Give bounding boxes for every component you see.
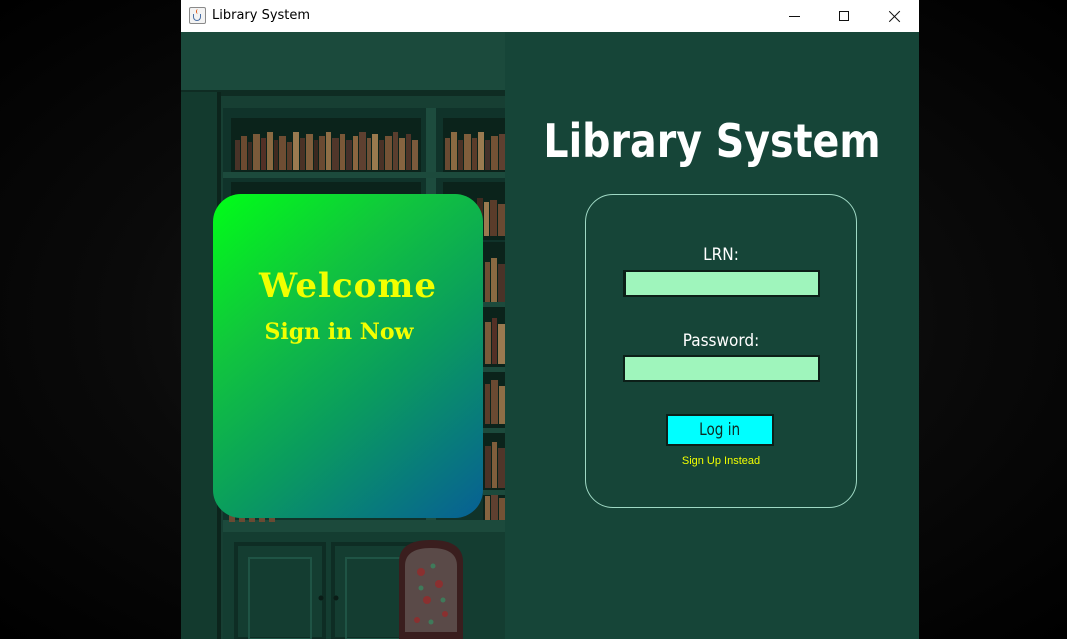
maximize-icon xyxy=(839,11,849,21)
close-button[interactable] xyxy=(871,0,917,32)
app-window: Library System Welcome Sign in Now Libra… xyxy=(181,0,919,639)
welcome-subtitle: Sign in Now xyxy=(264,319,414,345)
window-title: Library System xyxy=(212,8,311,23)
title-bar: Library System xyxy=(181,0,919,33)
welcome-title: Welcome xyxy=(259,266,437,306)
welcome-card: Welcome Sign in Now xyxy=(213,194,483,518)
login-button-label: Log in xyxy=(699,420,741,440)
minimize-button[interactable] xyxy=(771,0,817,32)
password-input[interactable] xyxy=(623,355,820,382)
lrn-input[interactable] xyxy=(623,270,820,297)
right-panel: Library System LRN: Password: Log in Sig… xyxy=(505,32,919,639)
app-title: Library System xyxy=(543,114,881,168)
lrn-label: LRN: xyxy=(703,245,739,265)
signup-link[interactable]: Sign Up Instead xyxy=(586,455,856,467)
login-form: LRN: Password: Log in Sign Up Instead xyxy=(585,194,857,508)
minimize-icon xyxy=(788,15,800,17)
left-panel: Welcome Sign in Now xyxy=(181,32,505,639)
java-app-icon xyxy=(189,7,206,24)
login-button[interactable]: Log in xyxy=(666,414,774,446)
password-label: Password: xyxy=(682,331,760,351)
maximize-button[interactable] xyxy=(821,0,867,32)
close-icon xyxy=(888,10,901,23)
